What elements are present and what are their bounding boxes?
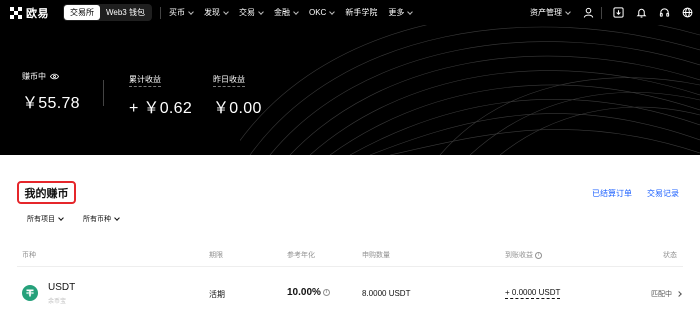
chevron-down-icon: [258, 8, 264, 15]
col-header-amount: 申购数量: [362, 252, 390, 259]
stat-earning: 赚币中 ￥55.78: [22, 71, 80, 113]
top-navbar: 欧易 交易所 Web3 钱包 买币 发现 交易 金融 OKC 新手学院 更多 资…: [0, 0, 700, 25]
logo-grid-icon: [10, 6, 22, 19]
main-menu: 买币 发现 交易 金融 OKC 新手学院 更多: [169, 7, 423, 18]
status-value[interactable]: 匹配中: [651, 289, 682, 299]
menu-discover[interactable]: 发现: [204, 7, 229, 18]
coin-filter[interactable]: 所有币种: [83, 214, 120, 224]
yesterday-value: ￥0.00: [213, 100, 262, 117]
tab-exchange[interactable]: 交易所: [64, 5, 100, 20]
download-icon[interactable]: [608, 0, 628, 25]
chevron-down-icon: [329, 8, 336, 15]
yesterday-label: 昨日收益: [213, 74, 245, 87]
chevron-down-icon: [58, 215, 64, 221]
col-header-earnings: 到账收益 i: [505, 250, 542, 260]
earn-summary-banner: 赚币中 ￥55.78 累计收益 + ￥0.62 昨日收益 ￥0.00: [0, 25, 700, 155]
okx-logo[interactable]: 欧易: [10, 5, 49, 21]
mode-switch: 交易所 Web3 钱包: [63, 4, 152, 21]
tab-web3-wallet[interactable]: Web3 钱包: [100, 5, 151, 20]
col-header-status: 状态: [663, 252, 677, 259]
earning-label: 赚币中: [22, 72, 46, 81]
headset-icon[interactable]: [654, 0, 674, 25]
info-icon[interactable]: i: [322, 289, 330, 296]
menu-more[interactable]: 更多: [388, 7, 414, 18]
menu-academy[interactable]: 新手学院: [345, 7, 377, 18]
eye-icon[interactable]: [50, 73, 59, 80]
stat-yesterday: 昨日收益 ￥0.00: [213, 69, 262, 118]
apy-value: 10.00% i: [287, 287, 330, 298]
col-header-coin: 币种: [22, 252, 36, 259]
amount-value: 8.0000 USDT: [362, 289, 411, 298]
chevron-down-icon: [114, 215, 120, 221]
total-label: 累计收益: [129, 74, 161, 87]
chevron-down-icon: [223, 8, 229, 15]
project-filter[interactable]: 所有项目: [27, 214, 64, 224]
nav-divider: [601, 6, 602, 19]
chevron-down-icon: [565, 8, 571, 15]
menu-finance[interactable]: 金融: [274, 7, 299, 18]
total-value: + ￥0.62: [129, 100, 193, 117]
table-divider: [17, 266, 683, 267]
chevron-down-icon: [293, 8, 299, 15]
coin-name: USDT: [48, 282, 76, 293]
product-name: 余币宝: [48, 299, 67, 305]
my-earn-section: 我的赚币 已结算订单 交易记录 所有项目 所有币种 币种 期限 参考年化 申购数…: [0, 155, 700, 327]
col-header-term: 期限: [209, 252, 223, 259]
earning-value: ￥55.78: [22, 95, 80, 112]
col-header-apy: 参考年化: [287, 252, 315, 259]
menu-assets[interactable]: 资产管理: [530, 7, 571, 18]
page-title: 我的赚币: [17, 181, 76, 204]
menu-buy-crypto[interactable]: 买币: [169, 7, 194, 18]
usdt-coin-icon: [22, 285, 38, 301]
banner-wave-graphic: [240, 25, 700, 155]
logo-text: 欧易: [26, 7, 49, 20]
info-icon[interactable]: i: [535, 251, 542, 259]
nav-divider: [159, 6, 161, 19]
term-value: 活期: [209, 290, 225, 299]
menu-okc[interactable]: OKC: [309, 8, 336, 17]
chevron-down-icon: [407, 8, 414, 15]
menu-trade[interactable]: 交易: [239, 7, 264, 18]
settled-orders-link[interactable]: 已结算订单: [592, 188, 632, 199]
stat-divider: [103, 80, 104, 106]
stat-total: 累计收益 + ￥0.62: [129, 69, 192, 118]
earnings-value[interactable]: + 0.0000 USDT: [505, 288, 561, 299]
nav-right: 资产管理: [530, 0, 700, 25]
trade-history-link[interactable]: 交易记录: [647, 188, 679, 199]
chevron-down-icon: [188, 8, 194, 15]
bell-icon[interactable]: [631, 0, 651, 25]
chevron-right-icon: [676, 291, 682, 297]
user-icon[interactable]: [578, 0, 598, 25]
globe-icon[interactable]: [677, 0, 697, 25]
